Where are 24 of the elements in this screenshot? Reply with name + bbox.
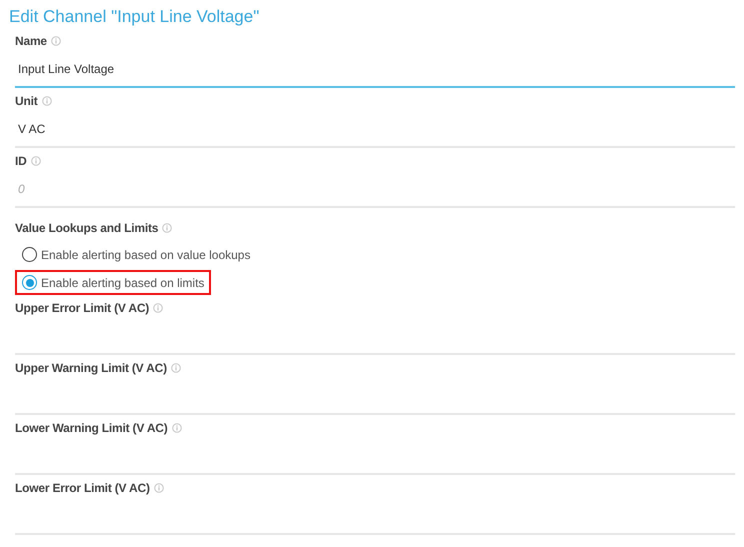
- info-icon[interactable]: [162, 223, 172, 233]
- radio-option[interactable]: Enable alerting based on limits: [15, 270, 212, 295]
- field-label: Lower Error Limit (V AC): [15, 480, 150, 497]
- info-icon[interactable]: [170, 363, 181, 373]
- text-field[interactable]: 0: [15, 177, 735, 208]
- page-title: Edit Channel "Input Line Voltage": [9, 6, 260, 28]
- field-label: Unit: [15, 93, 38, 110]
- radio-option[interactable]: Enable alerting based on value lookups: [15, 242, 258, 267]
- info-icon[interactable]: [30, 156, 41, 166]
- field-label: Lower Warning Limit (V AC): [15, 420, 168, 437]
- field-label: Name: [15, 33, 47, 50]
- text-field[interactable]: Input Line Voltage: [15, 57, 735, 88]
- field-label: Value Lookups and Limits: [15, 220, 158, 237]
- radio-button[interactable]: [22, 247, 37, 262]
- info-icon[interactable]: [50, 36, 61, 46]
- info-icon[interactable]: [154, 483, 164, 493]
- info-icon[interactable]: [42, 96, 52, 106]
- field-label: Upper Warning Limit (V AC): [15, 360, 167, 377]
- field-label: Upper Error Limit (V AC): [15, 300, 150, 317]
- text-field[interactable]: V AC: [15, 117, 735, 148]
- radio-button[interactable]: [22, 275, 37, 290]
- info-icon[interactable]: [172, 423, 182, 433]
- field-label: ID: [15, 153, 27, 170]
- info-icon[interactable]: [153, 303, 164, 313]
